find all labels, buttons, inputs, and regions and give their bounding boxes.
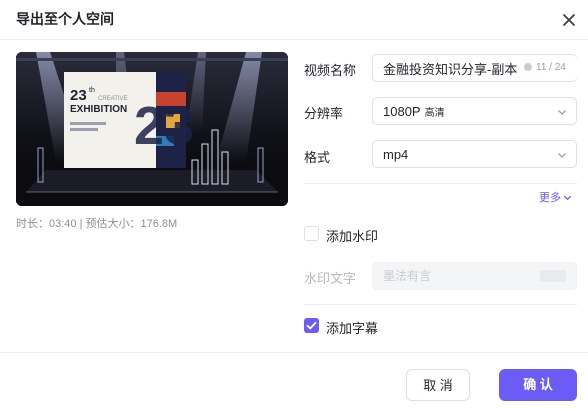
format-select[interactable]: mp4 (372, 140, 577, 168)
section-divider (304, 183, 577, 184)
resolution-tag: 高清 (424, 108, 445, 119)
export-dialog: 导出至个人空间 23 th CREATIVE EXHIBITION 23 时长：… (0, 0, 588, 409)
watermark-text-label: 水印文字 (304, 271, 357, 286)
poster-sup: th (89, 87, 95, 94)
stage-scene-image: 23 th CREATIVE EXHIBITION 23 (16, 52, 288, 206)
resolution-select[interactable]: 1080P 高清 (372, 97, 577, 125)
name-count-text: 11 / 24 (536, 62, 566, 73)
dialog-title: 导出至个人空间 (16, 11, 114, 27)
video-meta: 时长：03:40 | 预估大小：176.8M (16, 215, 177, 231)
video-name-input[interactable] (373, 55, 523, 81)
watermark-checkbox-label[interactable]: 添加水印 (326, 226, 378, 245)
meta-separator: | (76, 218, 86, 230)
chevron-down-icon (558, 153, 566, 158)
subtitle-checkbox[interactable] (304, 318, 319, 333)
resolution-value: 1080P (383, 104, 421, 119)
format-label: 格式 (304, 150, 331, 165)
watermark-char-count (540, 270, 566, 282)
name-char-count: 11 / 24 (520, 55, 577, 81)
chevron-down-icon (563, 195, 572, 201)
video-preview-thumbnail: 23 th CREATIVE EXHIBITION 23 (16, 52, 288, 206)
checkmark-icon (306, 321, 317, 330)
poster-big-number: 23 (134, 96, 194, 156)
duration-value: 03:40 (49, 218, 77, 230)
video-name-label: 视频名称 (304, 63, 357, 78)
close-icon[interactable] (561, 12, 577, 28)
watermark-checkbox[interactable] (304, 226, 319, 241)
size-value: 176.8M (140, 218, 178, 230)
section-divider (304, 304, 577, 305)
dialog-header: 导出至个人空间 (0, 0, 588, 40)
more-label: 更多 (539, 192, 561, 204)
watermark-text-field (372, 262, 577, 290)
clear-dot-icon[interactable] (524, 63, 532, 71)
poster-number: 23 (70, 87, 87, 104)
more-options-toggle[interactable]: 更多 (539, 189, 572, 205)
poster-creative: CREATIVE (98, 96, 128, 102)
cancel-button[interactable]: 取 消 (406, 369, 470, 401)
watermark-text-input (373, 263, 533, 289)
size-label: 预估大小： (85, 218, 141, 230)
confirm-button[interactable]: 确 认 (499, 369, 577, 401)
chevron-down-icon (558, 110, 566, 115)
duration-label: 时长： (16, 218, 49, 230)
poster-exhibition: EXHIBITION (70, 104, 127, 115)
format-value: mp4 (383, 147, 409, 162)
video-name-field[interactable]: 11 / 24 (372, 54, 577, 82)
subtitle-checkbox-label[interactable]: 添加字幕 (326, 318, 378, 337)
resolution-label: 分辨率 (304, 106, 344, 121)
